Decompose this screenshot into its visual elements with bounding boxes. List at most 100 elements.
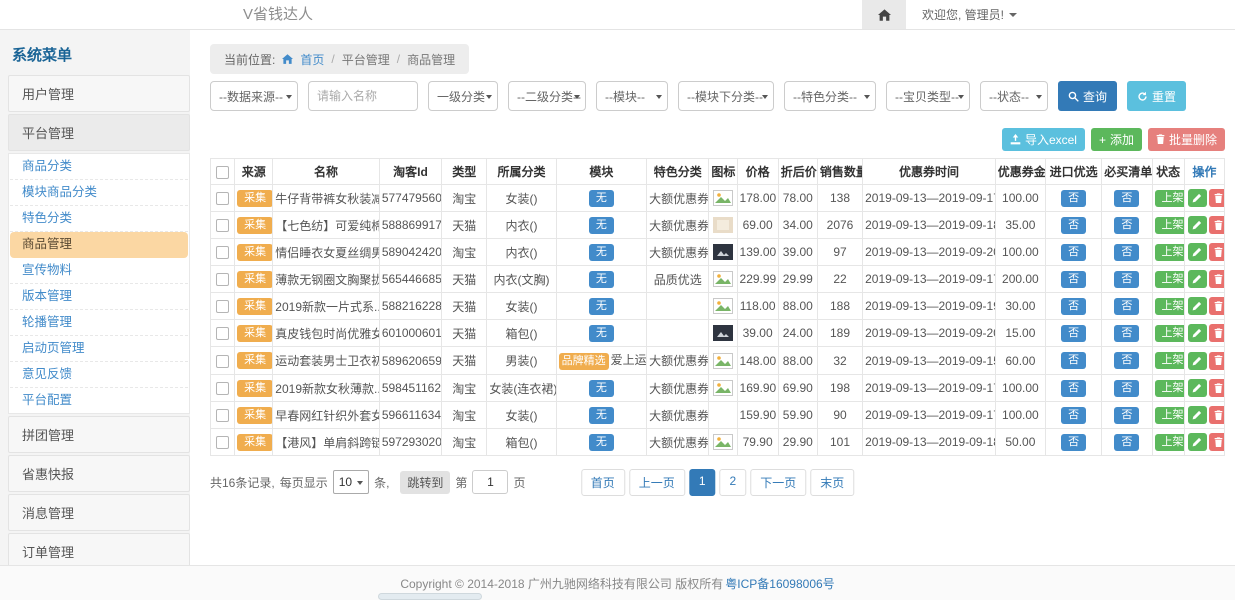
status-badge[interactable]: 上架: [1155, 244, 1185, 261]
edit-button[interactable]: [1188, 270, 1207, 288]
edit-button[interactable]: [1188, 406, 1207, 424]
import-select-badge[interactable]: 否: [1061, 380, 1086, 397]
delete-button[interactable]: [1209, 243, 1225, 261]
status-badge[interactable]: 上架: [1155, 352, 1185, 369]
must-buy-badge[interactable]: 否: [1114, 298, 1139, 315]
page-link-page-1[interactable]: 1: [689, 469, 716, 496]
sidebar-subitem-product-management[interactable]: 商品管理: [10, 232, 188, 258]
import-select-badge[interactable]: 否: [1061, 434, 1086, 451]
edit-button[interactable]: [1188, 297, 1207, 315]
horizontal-scrollbar[interactable]: [378, 593, 482, 600]
module-select[interactable]: --模块--: [596, 81, 668, 111]
delete-button[interactable]: [1209, 352, 1225, 370]
row-checkbox[interactable]: [216, 246, 229, 259]
sidebar-subitem-splash-page-management[interactable]: 启动页管理: [10, 336, 188, 362]
sidebar-subitem-platform-config[interactable]: 平台配置: [10, 388, 188, 413]
row-checkbox[interactable]: [216, 382, 229, 395]
edit-button[interactable]: [1188, 243, 1207, 261]
import-select-badge[interactable]: 否: [1061, 352, 1086, 369]
row-checkbox[interactable]: [216, 300, 229, 313]
row-checkbox[interactable]: [216, 327, 229, 340]
row-checkbox[interactable]: [216, 436, 229, 449]
import-select-badge[interactable]: 否: [1061, 271, 1086, 288]
import-select-badge[interactable]: 否: [1061, 325, 1086, 342]
page-link-first[interactable]: 首页: [581, 469, 625, 496]
name-input[interactable]: [308, 81, 418, 111]
welcome-dropdown[interactable]: 欢迎您, 管理员!: [922, 6, 1017, 23]
sidebar-subitem-product-category[interactable]: 商品分类: [10, 154, 188, 180]
sidebar-item-platform-management[interactable]: 平台管理: [8, 114, 190, 151]
edit-button[interactable]: [1188, 189, 1207, 207]
page-link-next[interactable]: 下一页: [750, 469, 806, 496]
import-select-badge[interactable]: 否: [1061, 298, 1086, 315]
row-checkbox[interactable]: [216, 409, 229, 422]
page-link-last[interactable]: 末页: [810, 469, 854, 496]
sidebar-item-savings-express[interactable]: 省惠快报: [8, 455, 190, 492]
row-checkbox[interactable]: [216, 355, 229, 368]
sidebar-item-order-management[interactable]: 订单管理: [8, 533, 190, 565]
sidebar-subitem-version-management[interactable]: 版本管理: [10, 284, 188, 310]
import-select-badge[interactable]: 否: [1061, 190, 1086, 207]
must-buy-badge[interactable]: 否: [1114, 217, 1139, 234]
delete-button[interactable]: [1209, 270, 1225, 288]
sidebar-subitem-feedback[interactable]: 意见反馈: [10, 362, 188, 388]
delete-button[interactable]: [1209, 216, 1225, 234]
status-badge[interactable]: 上架: [1155, 325, 1185, 342]
sidebar-subitem-module-product-category[interactable]: 模块商品分类: [10, 180, 188, 206]
edit-button[interactable]: [1188, 324, 1207, 342]
feature-category-select[interactable]: --特色分类--: [784, 81, 876, 111]
delete-button[interactable]: [1209, 324, 1225, 342]
must-buy-badge[interactable]: 否: [1114, 190, 1139, 207]
edit-button[interactable]: [1188, 352, 1207, 370]
delete-button[interactable]: [1209, 433, 1225, 451]
reset-button[interactable]: 重置: [1127, 81, 1186, 111]
row-checkbox[interactable]: [216, 192, 229, 205]
select-all-checkbox[interactable]: [216, 166, 229, 179]
row-checkbox[interactable]: [216, 219, 229, 232]
import-excel-button[interactable]: 导入excel: [1002, 128, 1085, 151]
delete-button[interactable]: [1209, 189, 1225, 207]
import-select-badge[interactable]: 否: [1061, 244, 1086, 261]
level1-category-select[interactable]: 一级分类: [428, 81, 498, 111]
edit-button[interactable]: [1188, 216, 1207, 234]
delete-button[interactable]: [1209, 297, 1225, 315]
jump-button[interactable]: 跳转到: [400, 471, 450, 494]
home-button[interactable]: [862, 0, 906, 29]
module-subcategory-select[interactable]: --模块下分类--: [678, 81, 774, 111]
icp-link[interactable]: 粤ICP备16098006号: [725, 575, 834, 592]
delete-button[interactable]: [1209, 379, 1225, 397]
data-source-select[interactable]: --数据来源--: [210, 81, 298, 111]
delete-button[interactable]: [1209, 406, 1225, 424]
must-buy-badge[interactable]: 否: [1114, 434, 1139, 451]
per-page-select[interactable]: 10: [333, 470, 369, 494]
sidebar-item-message-management[interactable]: 消息管理: [8, 494, 190, 531]
sidebar-subitem-feature-category[interactable]: 特色分类: [10, 206, 188, 232]
status-badge[interactable]: 上架: [1155, 217, 1185, 234]
breadcrumb-home-link[interactable]: 首页: [300, 51, 324, 68]
must-buy-badge[interactable]: 否: [1114, 325, 1139, 342]
status-badge[interactable]: 上架: [1155, 407, 1185, 424]
import-select-badge[interactable]: 否: [1061, 217, 1086, 234]
batch-delete-button[interactable]: 批量删除: [1148, 128, 1225, 151]
page-link-page-2[interactable]: 2: [720, 469, 747, 496]
status-select[interactable]: --状态--: [980, 81, 1048, 111]
edit-button[interactable]: [1188, 379, 1207, 397]
level2-category-select[interactable]: --二级分类--: [508, 81, 586, 111]
page-number-input[interactable]: [472, 470, 508, 494]
sidebar-item-user-management[interactable]: 用户管理: [8, 75, 190, 112]
must-buy-badge[interactable]: 否: [1114, 380, 1139, 397]
sidebar-subitem-carousel-management[interactable]: 轮播管理: [10, 310, 188, 336]
must-buy-badge[interactable]: 否: [1114, 407, 1139, 424]
status-badge[interactable]: 上架: [1155, 271, 1185, 288]
sidebar-item-group-buy-management[interactable]: 拼团管理: [8, 416, 190, 453]
must-buy-badge[interactable]: 否: [1114, 352, 1139, 369]
must-buy-badge[interactable]: 否: [1114, 271, 1139, 288]
status-badge[interactable]: 上架: [1155, 380, 1185, 397]
edit-button[interactable]: [1188, 433, 1207, 451]
status-badge[interactable]: 上架: [1155, 298, 1185, 315]
import-select-badge[interactable]: 否: [1061, 407, 1086, 424]
must-buy-badge[interactable]: 否: [1114, 244, 1139, 261]
search-button[interactable]: 查询: [1058, 81, 1117, 111]
row-checkbox[interactable]: [216, 273, 229, 286]
status-badge[interactable]: 上架: [1155, 190, 1185, 207]
